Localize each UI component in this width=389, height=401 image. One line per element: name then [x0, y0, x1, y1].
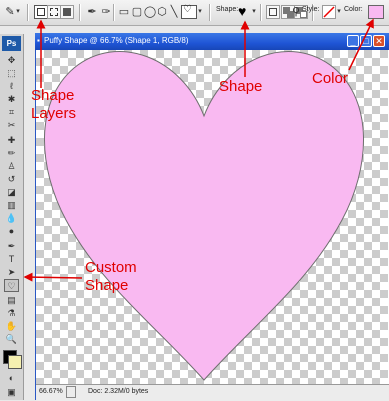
color-callout: Color — [312, 70, 348, 87]
annotation-arrows — [23, 18, 374, 282]
shape-callout: Shape — [219, 78, 263, 95]
shape-layers-callout: Shape Layers — [31, 87, 77, 122]
custom-shape-arrow — [23, 272, 83, 282]
custom-shape-callout: Custom Shape — [85, 259, 137, 294]
color-arrow — [348, 18, 374, 71]
